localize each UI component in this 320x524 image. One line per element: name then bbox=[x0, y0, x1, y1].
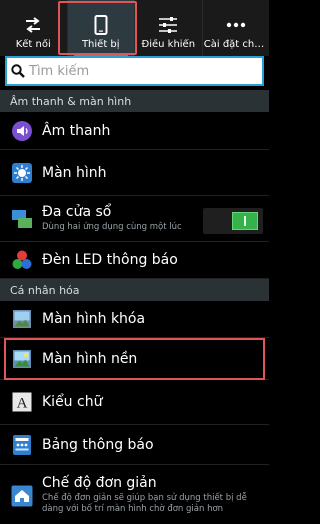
phone-icon bbox=[90, 14, 112, 36]
settings-tab-bar: Kết nối Thiết bị Điều khiển Cài đặt chu.… bbox=[0, 0, 269, 56]
font-icon: A bbox=[9, 389, 35, 415]
lock-screen-icon bbox=[9, 306, 35, 332]
item-title: Đèn LED thông báo bbox=[42, 252, 178, 268]
section-title: Âm thanh & màn hình bbox=[10, 94, 132, 108]
tab-label: Điều khiển bbox=[141, 39, 196, 50]
multi-window-icon bbox=[9, 206, 35, 232]
list-item-notification-panel[interactable]: Bảng thông báo bbox=[0, 425, 269, 465]
more-dots-icon bbox=[225, 14, 247, 36]
section-header: Cá nhân hóa bbox=[0, 279, 269, 301]
sliders-icon bbox=[157, 14, 179, 36]
list-item-led-notification[interactable]: Đèn LED thông báo bbox=[0, 242, 269, 279]
list-item-font[interactable]: A Kiểu chữ bbox=[0, 380, 269, 425]
item-title: Đa cửa sổ bbox=[42, 204, 112, 220]
list-item-display[interactable]: Màn hình bbox=[0, 150, 269, 196]
tab-label: Cài đặt chu... bbox=[203, 39, 268, 50]
list-item-multi-window[interactable]: Đa cửa sổ Dùng hai ứng dụng cùng một lúc bbox=[0, 196, 269, 242]
multi-window-toggle[interactable] bbox=[203, 208, 263, 234]
item-title: Màn hình bbox=[42, 164, 107, 181]
notification-panel-icon bbox=[9, 432, 35, 458]
search-placeholder: Tìm kiếm bbox=[29, 63, 90, 79]
swap-arrows-icon bbox=[22, 14, 44, 36]
item-title: Màn hình nền bbox=[42, 350, 138, 367]
wallpaper-icon bbox=[9, 346, 35, 372]
brightness-icon bbox=[9, 160, 35, 186]
item-title: Kiểu chữ bbox=[42, 394, 103, 410]
list-item-lock-screen[interactable]: Màn hình khóa bbox=[0, 301, 269, 338]
svg-text:A: A bbox=[17, 396, 28, 412]
tab-label: Thiết bị bbox=[81, 39, 120, 50]
item-subtitle: Dùng hai ứng dụng cùng một lúc bbox=[42, 222, 182, 232]
section-title: Cá nhân hóa bbox=[10, 283, 80, 297]
volume-icon bbox=[9, 118, 35, 144]
tab-connections[interactable]: Kết nối bbox=[0, 0, 68, 56]
item-title: Âm thanh bbox=[42, 122, 111, 139]
tab-controls[interactable]: Điều khiển bbox=[135, 0, 203, 56]
item-title: Bảng thông báo bbox=[42, 436, 154, 453]
tab-general-settings[interactable]: Cài đặt chu... bbox=[203, 0, 270, 56]
search-input[interactable]: Tìm kiếm bbox=[5, 56, 264, 86]
tab-device[interactable]: Thiết bị bbox=[67, 0, 135, 56]
list-item-sound[interactable]: Âm thanh bbox=[0, 112, 269, 150]
section-header: Âm thanh & màn hình bbox=[0, 90, 269, 112]
item-title: Chế độ đơn giản bbox=[42, 474, 157, 491]
tab-label: Kết nối bbox=[15, 39, 51, 50]
toggle-knob bbox=[232, 212, 258, 230]
search-icon bbox=[7, 64, 29, 78]
led-icon bbox=[9, 247, 35, 273]
item-subtitle: Chế độ đơn giản sẽ giúp bạn sử dụng thiế… bbox=[42, 492, 247, 514]
list-item-easy-mode[interactable]: Chế độ đơn giản Chế độ đơn giản sẽ giúp … bbox=[0, 465, 269, 524]
item-title: Màn hình khóa bbox=[42, 311, 146, 327]
list-item-wallpaper[interactable]: Màn hình nền bbox=[0, 338, 269, 380]
home-icon bbox=[9, 483, 35, 509]
